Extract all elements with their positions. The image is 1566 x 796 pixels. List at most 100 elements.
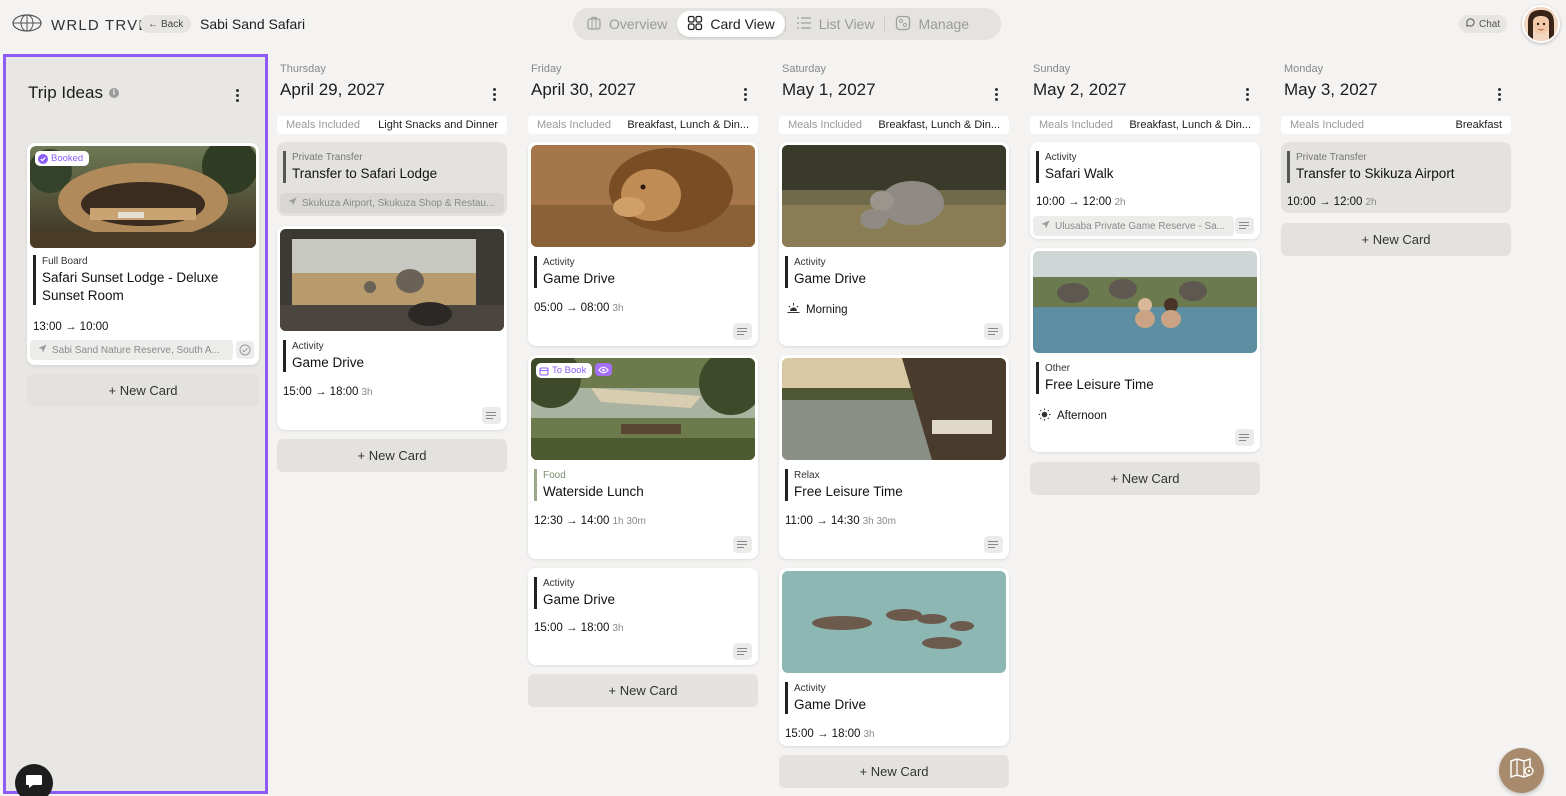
duration: 3h [612,623,624,634]
avatar[interactable] [1522,5,1560,43]
new-card-button[interactable]: + New Card [27,374,259,407]
duration: 3h 30m [862,516,896,527]
notes-icon[interactable] [984,536,1003,553]
time-range: 15:00 → 18:00 [785,728,861,740]
info-icon[interactable]: i [108,88,119,98]
day-date: May 2, 2027 [1033,80,1127,99]
lion-image [531,145,755,247]
meals-value: Light Snacks and Dinner [378,119,498,131]
card-heading: Full Board Safari Sunset Lodge - Deluxe … [33,255,243,305]
itinerary-card[interactable]: Private Transfer Transfer to Safari Lodg… [277,142,507,216]
card-title: Waterside Lunch [543,484,644,499]
card-category: Full Board [42,256,88,267]
notes-icon[interactable] [733,536,752,553]
time-range: 15:00 → 18:00 [283,386,359,398]
meals-included: Meals Included Breakfast [1281,116,1511,134]
card-time: 11:00 → 14:30 3h 30m [785,515,896,527]
check-circle-icon [38,153,48,164]
back-button[interactable]: ← Back [140,15,192,33]
card-heading: Private Transfer Transfer to Skikuza Air… [1287,151,1455,183]
more-options-icon[interactable] [230,86,244,104]
notes-icon[interactable] [482,407,501,424]
meals-label: Meals Included [1290,119,1364,131]
notes-icon[interactable] [733,643,752,660]
new-card-button[interactable]: + New Card [528,674,758,707]
card-category: Activity [794,257,826,268]
card-location[interactable]: Ulusaba Private Game Reserve - Sa... [1033,216,1234,236]
more-options-icon[interactable] [1240,85,1254,103]
sun-icon [1038,408,1051,424]
itinerary-card[interactable]: Private Transfer Transfer to Skikuza Air… [1281,142,1511,213]
support-chat-button[interactable] [15,764,53,796]
map-button[interactable] [1499,748,1544,793]
tab-overview[interactable]: Overview [576,11,677,37]
time-of-day: Afternoon [1038,408,1107,424]
status-check-icon[interactable] [236,341,254,359]
card-heading: Activity Game Drive [283,340,364,372]
itinerary-card[interactable]: Relax Free Leisure Time 11:00 → 14:30 3h … [779,355,1009,559]
new-card-button[interactable]: + New Card [277,439,507,472]
card-title: Game Drive [543,592,616,607]
card-category: Activity [543,257,575,268]
meals-label: Meals Included [788,119,862,131]
duration: 2h [1365,197,1377,208]
time-of-day-label: Afternoon [1057,410,1107,422]
tab-card-view[interactable]: Card View [677,11,785,37]
itinerary-card[interactable]: Other Free Leisure Time Afternoon [1030,248,1260,452]
to-book-badge: To Book [536,363,593,378]
card-heading: Private Transfer Transfer to Safari Lodg… [283,151,437,183]
waterside-lunch-image: To Book [531,358,755,460]
card-location[interactable]: Sabi Sand Nature Reserve, South A... [30,340,233,360]
itinerary-card[interactable]: Activity Game Drive Morning [779,142,1009,346]
list-icon [796,15,812,34]
eye-icon[interactable] [595,363,612,376]
more-options-icon[interactable] [738,85,752,103]
meals-label: Meals Included [1039,119,1113,131]
safari-vehicle-image [280,229,504,331]
new-card-button[interactable]: + New Card [1030,462,1260,495]
day-weekday: Friday [531,63,562,75]
notes-icon[interactable] [1235,217,1254,234]
notes-icon[interactable] [733,323,752,340]
idea-card[interactable]: Booked Full Board Safari Sunset Lodge - … [27,143,259,365]
card-category: Other [1045,363,1071,374]
itinerary-card[interactable]: To Book Food Waterside Lunch 12:30 → 14:… [528,355,758,559]
more-options-icon[interactable] [487,85,501,103]
trip-ideas-title: Trip Ideas [28,83,103,102]
meals-value: Breakfast, Lunch & Din... [1129,119,1251,131]
new-card-button[interactable]: + New Card [779,755,1009,788]
itinerary-card[interactable]: Activity Game Drive 15:00 → 18:00 3h [779,568,1009,746]
notes-icon[interactable] [984,323,1003,340]
trip-ideas-header: Trip Ideas i [28,83,119,103]
chat-button[interactable]: Chat [1459,15,1508,33]
card-time: 05:00 → 08:00 3h [534,302,624,314]
itinerary-card[interactable]: Activity Game Drive 15:00 → 18:00 3h [277,226,507,430]
brand-logo[interactable]: WRLD TRVL [12,14,148,36]
chat-icon [1466,18,1475,30]
more-options-icon[interactable] [989,85,1003,103]
new-card-button[interactable]: + New Card [1281,223,1511,256]
day-weekday: Monday [1284,63,1324,75]
globe-icon [12,14,42,36]
top-bar: WRLD TRVL ← Back Sabi Sand Safari Overvi… [0,0,1566,48]
itinerary-card[interactable]: Activity Safari Walk 10:00 → 12:00 2h Ulu… [1030,142,1260,239]
card-category: Relax [794,470,820,481]
card-heading: Activity Game Drive [785,256,866,288]
meals-included: Meals Included Breakfast, Lunch & Din... [1030,116,1260,134]
view-switcher: Overview Card View List View Manage [573,8,1001,40]
itinerary-card[interactable]: Activity Game Drive 05:00 → 08:00 3h [528,142,758,346]
notes-icon[interactable] [1235,429,1254,446]
lodge-image: Booked [30,146,256,248]
hippo-image [782,571,1006,673]
day-date: May 1, 2027 [782,80,876,99]
tab-list-view[interactable]: List View [786,11,885,37]
card-heading: Activity Game Drive [785,682,866,714]
meals-value: Breakfast [1455,119,1502,131]
tab-manage[interactable]: Manage [885,11,979,37]
card-title: Game Drive [292,355,365,370]
card-category: Food [543,470,566,481]
more-options-icon[interactable] [1492,85,1506,103]
itinerary-card[interactable]: Activity Game Drive 15:00 → 18:00 3h [528,568,758,665]
card-location[interactable]: Skukuza Airport, Skukuza Shop & Restau..… [280,193,504,213]
time-of-day-label: Morning [806,303,848,316]
